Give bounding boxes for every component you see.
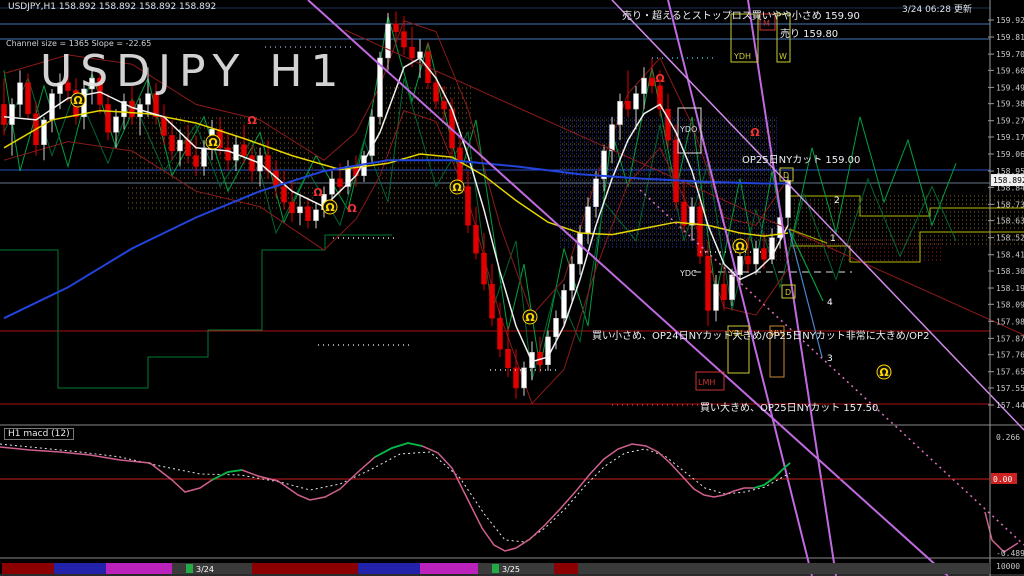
svg-text:YDC: YDC	[679, 269, 697, 278]
update-timestamp: 3/24 06:28 更新	[902, 2, 972, 15]
svg-text:2: 2	[834, 196, 840, 206]
note-sell-stop: 売り・超えるとストップロス買いやや小さめ 159.90	[622, 7, 860, 22]
symbol-ohlc-readout: USDJPY,H1 158.892 158.892 158.892 158.89…	[8, 2, 216, 12]
svg-text:158.630: 158.630	[996, 217, 1024, 226]
svg-text:159.060: 159.060	[996, 150, 1024, 159]
note-sell: 売り 159.80	[780, 25, 838, 40]
svg-text:4: 4	[827, 298, 833, 308]
svg-text:-0.489: -0.489	[996, 549, 1024, 558]
svg-text:159.705: 159.705	[996, 50, 1024, 59]
svg-text:Ω: Ω	[325, 201, 335, 214]
svg-text:157.655: 157.655	[996, 368, 1024, 377]
svg-text:Ω: Ω	[525, 311, 535, 324]
svg-text:159.170: 159.170	[996, 133, 1024, 142]
trading-chart-window: YDHMWYDODDYDLMWLMHΩΩΩΩΩΩΩΩΩΩΩΩ1234YDC159…	[0, 0, 1024, 576]
svg-text:159.385: 159.385	[996, 100, 1024, 109]
watermark: USDJPY H1	[40, 46, 347, 97]
svg-text:159.815: 159.815	[996, 33, 1024, 42]
svg-text:3/24: 3/24	[196, 565, 214, 574]
svg-text:Ω: Ω	[655, 72, 665, 85]
svg-text:Ω: Ω	[247, 114, 257, 127]
svg-text:158.305: 158.305	[996, 267, 1024, 276]
svg-text:158.410: 158.410	[996, 251, 1024, 260]
svg-text:157.980: 157.980	[996, 317, 1024, 326]
price-axis: 159.925 159.815 159.705 159.600 159.490 159.3…	[988, 0, 1024, 576]
indicator-label: H1 macd (12)	[4, 428, 74, 440]
svg-text:Ω: Ω	[347, 202, 357, 215]
note-op-ny-cut: OP25日NYカット 159.00	[742, 151, 860, 166]
svg-text:157.765: 157.765	[996, 351, 1024, 360]
svg-text:159.925: 159.925	[996, 16, 1024, 25]
svg-text:W: W	[779, 52, 787, 61]
svg-text:0.266: 0.266	[996, 433, 1020, 442]
svg-text:158.090: 158.090	[996, 300, 1024, 309]
svg-text:157.440: 157.440	[996, 401, 1024, 410]
svg-text:YDO: YDO	[679, 125, 697, 134]
svg-text:1: 1	[830, 234, 836, 244]
svg-text:3: 3	[827, 354, 833, 364]
session-bar: 3/24 3/25	[2, 563, 990, 574]
svg-text:D: D	[783, 171, 789, 180]
note-buy-small: 買い小さめ、OP24日NYカット大きめ/OP25日NYカット非常に大きめ/OP2	[592, 327, 929, 342]
svg-text:Ω: Ω	[313, 186, 323, 199]
svg-text:Ω: Ω	[879, 366, 889, 379]
svg-text:159.275: 159.275	[996, 117, 1024, 126]
svg-text:157.870: 157.870	[996, 334, 1024, 343]
svg-text:157.550: 157.550	[996, 384, 1024, 393]
svg-text:158.520: 158.520	[996, 234, 1024, 243]
svg-text:LMH: LMH	[698, 378, 715, 387]
svg-text:158.195: 158.195	[996, 284, 1024, 293]
svg-text:Ω: Ω	[452, 181, 462, 194]
svg-text:Ω: Ω	[208, 136, 218, 149]
svg-text:159.490: 159.490	[996, 83, 1024, 92]
note-buy-large: 買い大きめ、OP25日NYカット 157.50	[700, 399, 878, 414]
svg-text:Ω: Ω	[750, 126, 760, 139]
svg-text:10000: 10000	[996, 562, 1020, 571]
svg-text:YDH: YDH	[733, 52, 751, 61]
svg-text:Ω: Ω	[735, 240, 745, 253]
svg-text:D: D	[785, 288, 791, 297]
svg-text:158.892: 158.892	[993, 176, 1024, 185]
macd-panel: 0.266 -0.489 10000 0.00	[0, 433, 1024, 571]
svg-text:0.00: 0.00	[993, 475, 1012, 484]
svg-text:159.600: 159.600	[996, 66, 1024, 75]
svg-text:3/25: 3/25	[502, 565, 520, 574]
svg-text:158.735: 158.735	[996, 200, 1024, 209]
